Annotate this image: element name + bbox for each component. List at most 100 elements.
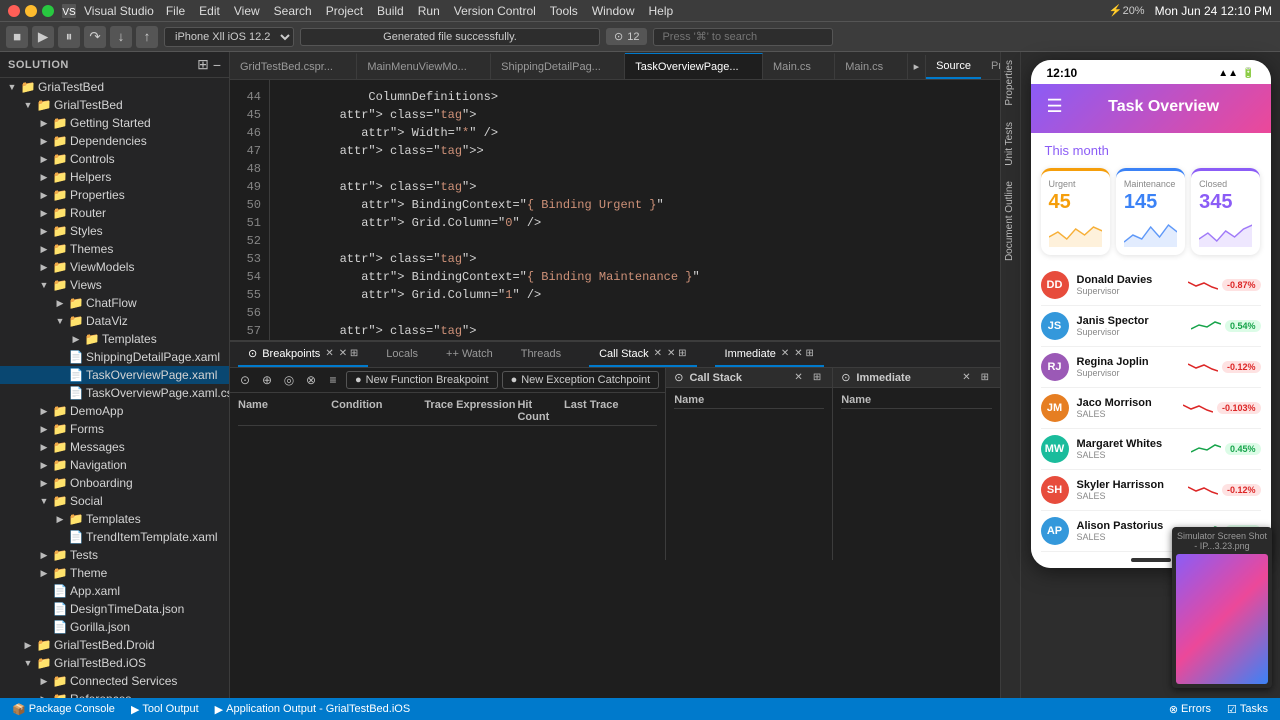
sidebar-item-themes[interactable]: ▶ 📁 Themes bbox=[0, 240, 229, 258]
call-stack-close-btn[interactable]: ✕ bbox=[791, 371, 805, 384]
sidebar-item-shippingdetail[interactable]: ▶ 📄 ShippingDetailPage.xaml bbox=[0, 348, 229, 366]
tab-close-icon[interactable]: ✕ bbox=[781, 348, 789, 359]
immediate-close-btn[interactable]: ✕ bbox=[959, 371, 973, 384]
sidebar-item-tests[interactable]: ▶ 📁 Tests bbox=[0, 546, 229, 564]
sidebar-item-gorilla[interactable]: ▶ 📄 Gorilla.json bbox=[0, 618, 229, 636]
sidebar-item-griatestbed[interactable]: ▼ 📁 GriaTestBed bbox=[0, 78, 229, 96]
sidebar-item-router[interactable]: ▶ 📁 Router bbox=[0, 204, 229, 222]
tab-more-button[interactable]: ▸ bbox=[908, 53, 926, 79]
tab-preview[interactable]: Preview bbox=[981, 55, 1000, 79]
hamburger-icon[interactable]: ☰ bbox=[1047, 96, 1063, 117]
bp-remove-btn[interactable]: ◎ bbox=[280, 371, 298, 389]
sidebar-item-onboarding[interactable]: ▶ 📁 Onboarding bbox=[0, 474, 229, 492]
sidebar-item-droid[interactable]: ▶ 📁 GrialTestBed.Droid bbox=[0, 636, 229, 654]
tab-immediate[interactable]: Immediate ✕ ✕ ⊞ bbox=[715, 343, 824, 367]
tab-close-icon[interactable]: ✕ bbox=[654, 348, 662, 359]
step-over-button[interactable]: ↷ bbox=[84, 26, 106, 48]
stop-button[interactable]: ■ bbox=[6, 26, 28, 48]
menu-window[interactable]: Window bbox=[592, 4, 635, 18]
tab-threads[interactable]: Threads bbox=[511, 343, 571, 367]
sidebar-item-properties[interactable]: ▶ 📁 Properties bbox=[0, 186, 229, 204]
tab-watch[interactable]: ++ Watch bbox=[436, 343, 503, 367]
menu-help[interactable]: Help bbox=[649, 4, 674, 18]
call-stack-expand-btn[interactable]: ⊞ bbox=[810, 371, 824, 384]
sidebar-expand-btn[interactable]: ⊞ bbox=[197, 56, 209, 73]
sidebar-item-dataviz[interactable]: ▼ 📁 DataViz bbox=[0, 312, 229, 330]
maximize-button[interactable] bbox=[42, 5, 54, 17]
menu-view[interactable]: View bbox=[234, 4, 260, 18]
step-out-button[interactable]: ↑ bbox=[136, 26, 158, 48]
pause-button[interactable]: ⏸ bbox=[58, 26, 80, 48]
tab-mainmenu[interactable]: MainMenuViewMo... ✕ bbox=[357, 53, 491, 79]
tab-maincs1[interactable]: Main.cs ✕ bbox=[763, 53, 835, 79]
code-content[interactable]: ColumnDefinitions> attr"> class="tag"> a… bbox=[270, 80, 1000, 340]
tab-locals[interactable]: Locals bbox=[376, 343, 428, 367]
sidebar-item-controls[interactable]: ▶ 📁 Controls bbox=[0, 150, 229, 168]
tab-gridtestbed[interactable]: GridTestBed.cspr... ✕ bbox=[230, 53, 357, 79]
new-exception-cp-btn[interactable]: ● New Exception Catchpoint bbox=[502, 371, 660, 389]
close-button[interactable] bbox=[8, 5, 20, 17]
menu-version-control[interactable]: Version Control bbox=[454, 4, 536, 18]
bp-list-btn[interactable]: ≡ bbox=[324, 371, 342, 389]
immediate-expand-btn[interactable]: ⊞ bbox=[978, 371, 992, 384]
menu-build[interactable]: Build bbox=[377, 4, 404, 18]
document-outline-tab[interactable]: Document Outline bbox=[1001, 173, 1020, 269]
sidebar-item-viewmodels[interactable]: ▶ 📁 ViewModels bbox=[0, 258, 229, 276]
scheme-button[interactable]: ⊙ 12 bbox=[606, 28, 647, 45]
sidebar-item-navigation[interactable]: ▶ 📁 Navigation bbox=[0, 456, 229, 474]
sidebar-item-helpers[interactable]: ▶ 📁 Helpers bbox=[0, 168, 229, 186]
search-input[interactable] bbox=[653, 28, 833, 46]
sidebar-item-connected-services[interactable]: ▶ 📁 Connected Services bbox=[0, 672, 229, 690]
sidebar-item-taskoverview[interactable]: ▶ 📄 TaskOverviewPage.xaml bbox=[0, 366, 229, 384]
code-editor[interactable]: 4445464748495051525354555657585960616263… bbox=[230, 80, 1000, 340]
sidebar-item-designtime[interactable]: ▶ 📄 DesignTimeData.json bbox=[0, 600, 229, 618]
menu-run[interactable]: Run bbox=[418, 4, 440, 18]
sidebar-item-getting-started[interactable]: ▶ 📁 Getting Started bbox=[0, 114, 229, 132]
menu-search[interactable]: Search bbox=[274, 4, 312, 18]
sidebar-item-templates[interactable]: ▶ 📁 Templates bbox=[0, 330, 229, 348]
sidebar-item-taskoverview-cs[interactable]: ▶ 📄 TaskOverviewPage.xaml.cs bbox=[0, 384, 229, 402]
person-list-item[interactable]: DDDonald DaviesSupervisor-0.87% bbox=[1041, 265, 1261, 306]
step-into-button[interactable]: ↓ bbox=[110, 26, 132, 48]
tab-close-icon[interactable]: ✕ bbox=[325, 348, 333, 359]
errors-btn[interactable]: ⊗ Errors bbox=[1169, 703, 1211, 716]
sidebar-item-references[interactable]: ▶ 📁 References bbox=[0, 690, 229, 698]
sidebar-item-demoapp[interactable]: ▶ 📁 DemoApp bbox=[0, 402, 229, 420]
app-output-btn[interactable]: ▶ Application Output - GrialTestBed.iOS bbox=[215, 703, 411, 716]
tab-shipping[interactable]: ShippingDetailPag... ✕ bbox=[491, 53, 625, 79]
menu-tools[interactable]: Tools bbox=[550, 4, 578, 18]
unit-tests-tab[interactable]: Unit Tests bbox=[1001, 114, 1020, 174]
menu-project[interactable]: Project bbox=[326, 4, 363, 18]
bp-add-btn[interactable]: ⊕ bbox=[258, 371, 276, 389]
tab-breakpoints[interactable]: ⊙ Breakpoints ✕ ✕ ⊞ bbox=[238, 343, 368, 367]
sidebar-item-messages[interactable]: ▶ 📁 Messages bbox=[0, 438, 229, 456]
person-list-item[interactable]: SHSkyler HarrissonSALES-0.12% bbox=[1041, 470, 1261, 511]
sidebar-item-ios[interactable]: ▼ 📁 GrialTestBed.iOS bbox=[0, 654, 229, 672]
sidebar-item-social[interactable]: ▼ 📁 Social bbox=[0, 492, 229, 510]
tab-maincs2[interactable]: Main.cs ✕ bbox=[835, 53, 907, 79]
sidebar-item-chatflow[interactable]: ▶ 📁 ChatFlow bbox=[0, 294, 229, 312]
tab-call-stack[interactable]: Call Stack ✕ ✕ ⊞ bbox=[589, 343, 696, 367]
sidebar-collapse-btn[interactable]: − bbox=[213, 56, 221, 73]
package-console-btn[interactable]: 📦 Package Console bbox=[12, 703, 115, 716]
sidebar-item-appxaml[interactable]: ▶ 📄 App.xaml bbox=[0, 582, 229, 600]
minimize-button[interactable] bbox=[25, 5, 37, 17]
bp-clear-btn[interactable]: ⊗ bbox=[302, 371, 320, 389]
sidebar-item-dependencies[interactable]: ▶ 📁 Dependencies bbox=[0, 132, 229, 150]
device-selector[interactable]: iPhone Xll iOS 12.2 bbox=[164, 27, 294, 47]
tasks-btn[interactable]: ☑ Tasks bbox=[1227, 703, 1268, 716]
person-list-item[interactable]: MWMargaret WhitesSALES0.45% bbox=[1041, 429, 1261, 470]
sidebar-item-forms[interactable]: ▶ 📁 Forms bbox=[0, 420, 229, 438]
new-function-bp-btn[interactable]: ● New Function Breakpoint bbox=[346, 371, 498, 389]
sidebar-item-trenditem[interactable]: ▶ 📄 TrendItemTemplate.xaml bbox=[0, 528, 229, 546]
play-button[interactable]: ▶ bbox=[32, 26, 54, 48]
sidebar-item-social-templates[interactable]: ▶ 📁 Templates bbox=[0, 510, 229, 528]
tool-output-btn[interactable]: ▶ Tool Output bbox=[131, 703, 199, 716]
person-list-item[interactable]: JSJanis SpectorSupervisor0.54% bbox=[1041, 306, 1261, 347]
person-list-item[interactable]: JMJaco MorrisonSALES-0.103% bbox=[1041, 388, 1261, 429]
tab-source[interactable]: Source bbox=[926, 55, 981, 79]
sidebar-item-styles[interactable]: ▶ 📁 Styles bbox=[0, 222, 229, 240]
tab-taskoverview[interactable]: TaskOverviewPage... ✕ bbox=[625, 53, 763, 79]
menu-file[interactable]: File bbox=[166, 4, 185, 18]
menu-edit[interactable]: Edit bbox=[199, 4, 220, 18]
